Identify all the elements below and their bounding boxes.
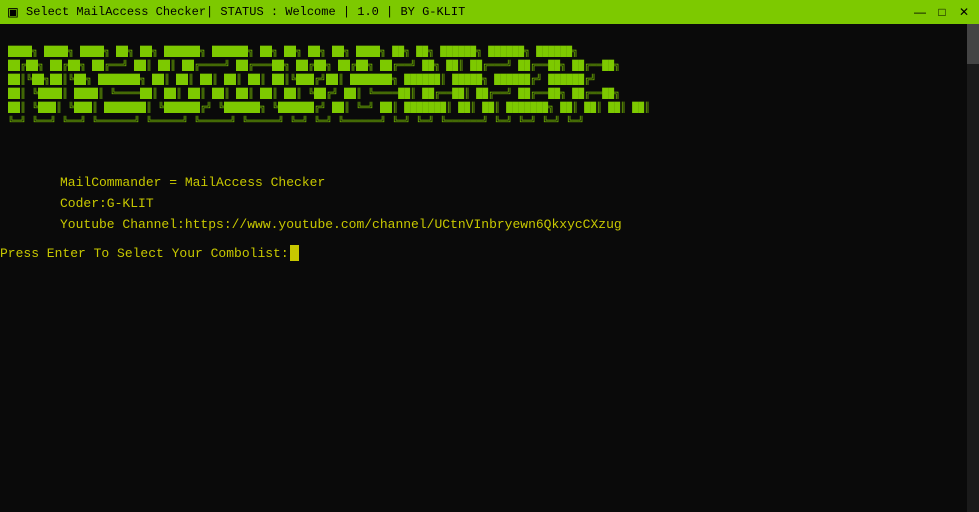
cursor-block (290, 245, 299, 261)
prompt-line: Press Enter To Select Your Combolist: (0, 239, 979, 261)
titlebar: ▣ Select MailAccess Checker| STATUS : We… (0, 0, 979, 24)
coder-line: Coder:G-KLIT (60, 194, 979, 215)
svg-text:██║ ╚████║ ████║ ╚════██║ ██║: ██║ ╚████║ ████║ ╚════██║ ██║ ██║ ██║ ██… (8, 87, 620, 100)
ascii-art-svg: text { font-family: 'Courier New', monos… (4, 38, 964, 158)
titlebar-title: Select MailAccess Checker| STATUS : Welc… (26, 5, 465, 19)
maximize-button[interactable]: □ (933, 5, 951, 19)
titlebar-left: ▣ Select MailAccess Checker| STATUS : We… (6, 5, 465, 19)
scrollbar-thumb[interactable] (967, 24, 979, 64)
minimize-button[interactable]: — (911, 5, 929, 19)
youtube-line: Youtube Channel:https://www.youtube.com/… (60, 215, 979, 236)
prompt-text: Press Enter To Select Your Combolist: (0, 246, 289, 261)
app-name-line: MailCommander = MailAccess Checker (60, 173, 979, 194)
app-icon: ▣ (6, 5, 20, 19)
scrollbar[interactable] (967, 24, 979, 512)
svg-text:██║╚██╗██║╚██╗ ███████╗ ██║ █: ██║╚██╗██║╚██╗ ███████╗ ██║ ██║ ██║ ██║ … (8, 73, 596, 86)
info-section: MailCommander = MailAccess Checker Coder… (0, 165, 979, 239)
terminal: text { font-family: 'Courier New', monos… (0, 24, 979, 512)
svg-text:╚═╝ ╚══╝ ╚══╝ ╚══════╝ ╚══: ╚═╝ ╚══╝ ╚══╝ ╚══════╝ ╚═════╝ ╚═════╝ ╚… (8, 115, 584, 128)
svg-text:██║ ╚███║ ╚███║ ███████║ ╚███: ██║ ╚███║ ╚███║ ███████║ ╚██████╔╝ ╚████… (8, 101, 650, 114)
svg-text:████╗ ████╗ ████╗ ██╗ ██╗: ████╗ ████╗ ████╗ ██╗ ██╗ ██████╗ ██████… (8, 45, 578, 58)
titlebar-controls: — □ ✕ (911, 5, 973, 19)
svg-text:██╔██╗ ██╔██╗ ██╔══╝ ██║ ██: ██╔██╗ ██╔██╗ ██╔══╝ ██║ ██║ ██╔════╝ ██… (8, 59, 620, 72)
ascii-art-container: text { font-family: 'Courier New', monos… (0, 32, 979, 165)
close-button[interactable]: ✕ (955, 5, 973, 19)
